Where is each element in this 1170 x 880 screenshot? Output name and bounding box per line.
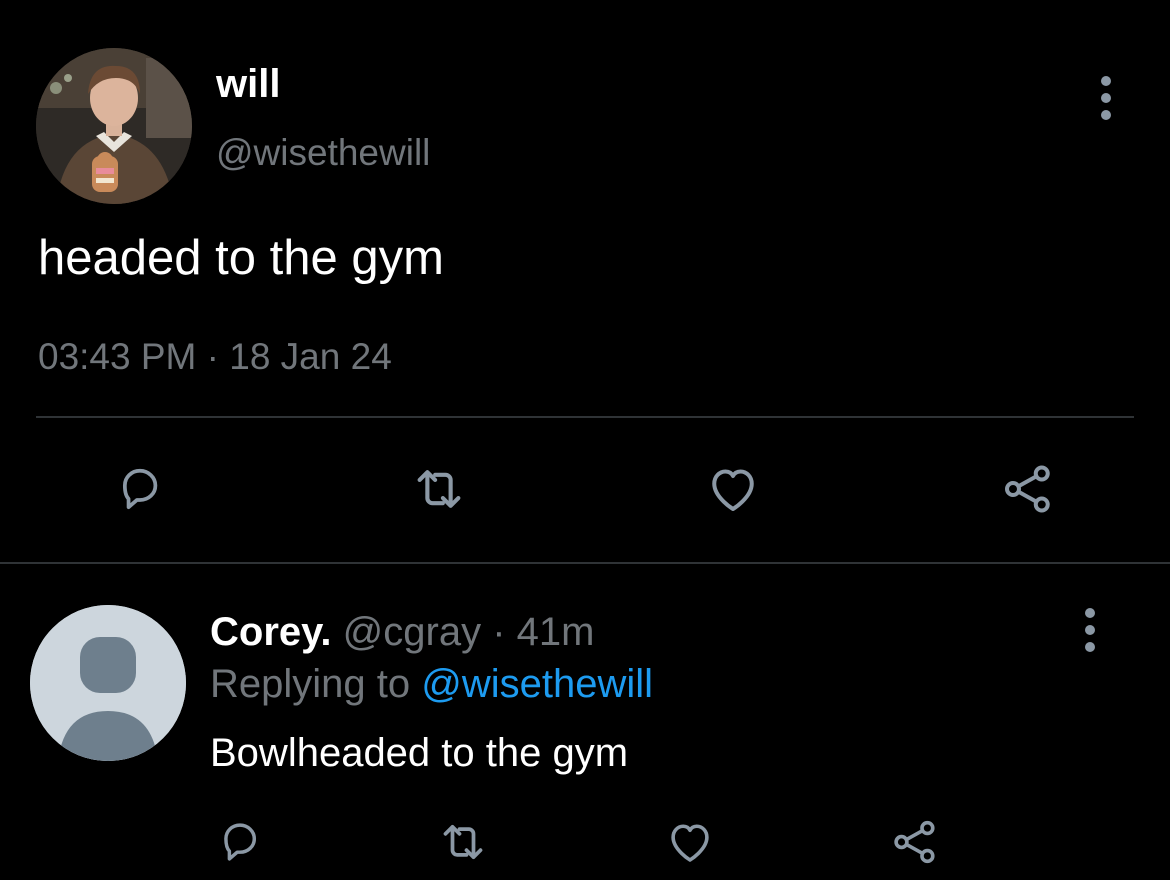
reply-like-button[interactable] [655,807,725,877]
replying-to-label: Replying to [210,662,411,706]
like-button[interactable] [698,454,768,524]
reply-header: Corey. @cgray · 41m [210,608,594,656]
tweet-timestamp[interactable]: 03:43 PM · 18 Jan 24 [38,334,392,380]
more-options-button[interactable] [1094,68,1118,128]
reply-icon [224,823,257,861]
reply-author-name[interactable]: Corey. [210,610,332,654]
author-name[interactable]: will [216,60,280,108]
retweet-icon [443,824,483,860]
reply-avatar[interactable] [30,605,186,761]
tweet-text: headed to the gym [38,231,444,285]
reply-reply-button[interactable] [205,807,275,877]
share-icon [894,820,935,864]
author-handle[interactable]: @wisethewill [216,130,430,176]
reply-icon [122,468,158,510]
share-button[interactable] [993,454,1063,524]
replying-to-link[interactable]: @wisethewill [421,662,653,706]
like-icon [712,469,754,511]
reply-button[interactable] [105,454,175,524]
reply-share-button[interactable] [880,807,950,877]
reply-time[interactable]: 41m [517,610,595,654]
divider [0,562,1170,564]
reply-more-options-button[interactable] [1078,600,1102,660]
retweet-icon [417,470,461,508]
share-icon [1004,465,1050,513]
avatar-photo [36,48,192,204]
reply-text: Bowlheaded to the gym [210,731,629,775]
like-icon [671,824,709,862]
author-avatar[interactable] [36,48,192,204]
separator-dot: · [492,610,506,654]
retweet-button[interactable] [404,454,474,524]
dot-icon [1085,642,1095,652]
dot-icon [1101,76,1111,86]
dot-icon [1101,93,1111,103]
dot-icon [1085,608,1095,618]
reply-retweet-button[interactable] [428,807,498,877]
dot-icon [1085,625,1095,635]
reply-author-handle[interactable]: @cgray [343,610,481,654]
default-avatar-icon [30,605,186,761]
replying-to-line: Replying to @wisethewill [210,660,653,708]
divider [36,416,1134,418]
dot-icon [1101,110,1111,120]
